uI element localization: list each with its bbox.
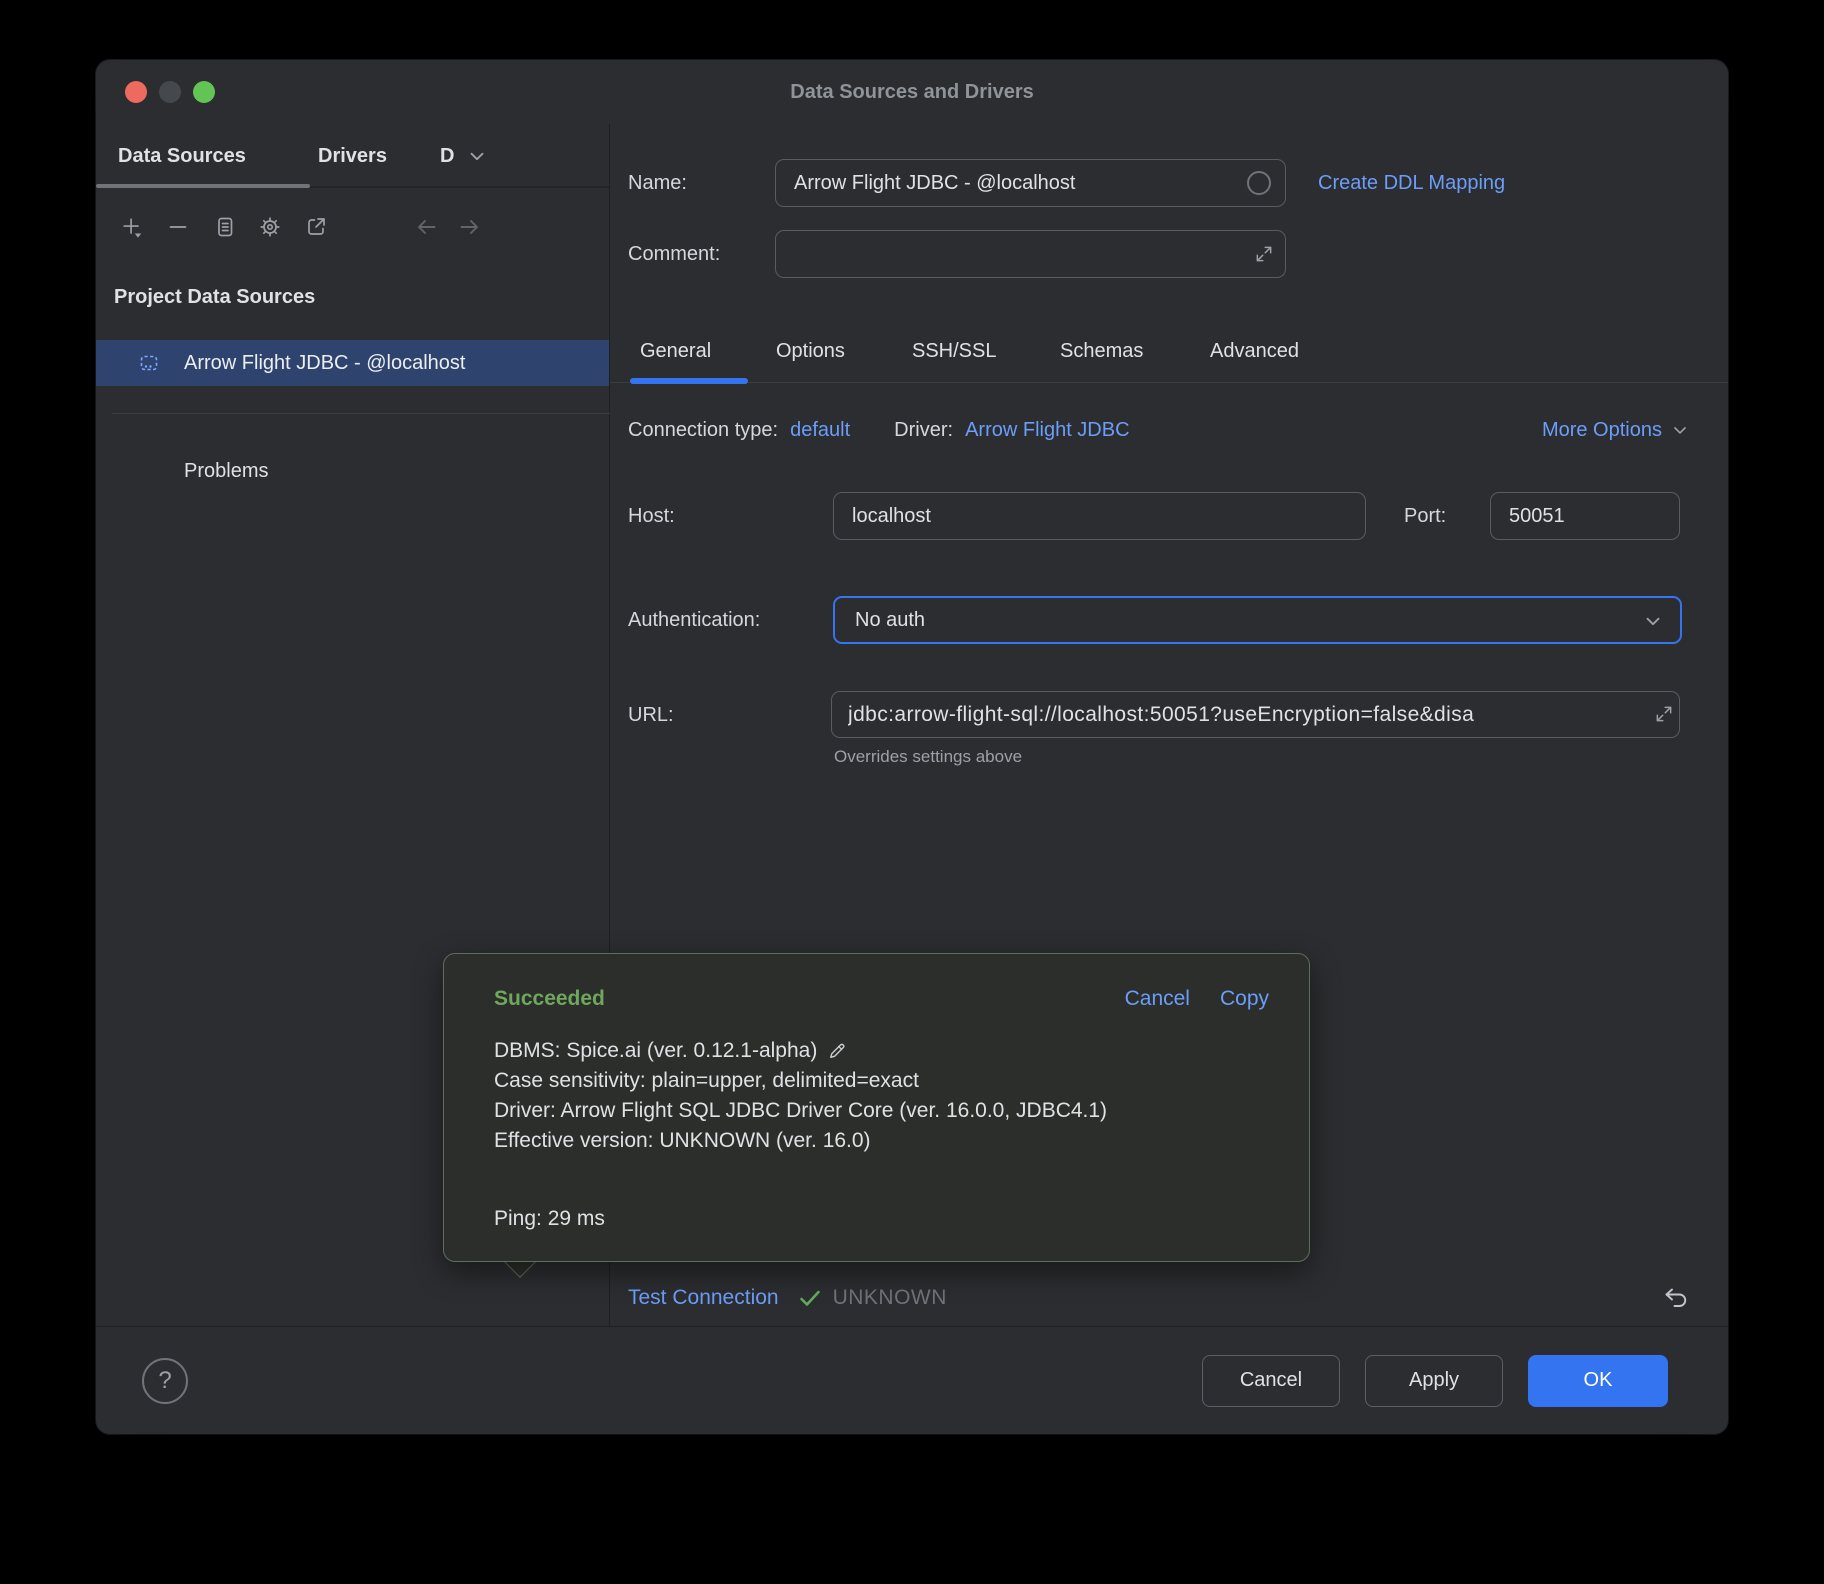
host-label: Host: [628,492,675,540]
settings-tab-bar: General Options SSH/SSL Schemas Advanced [610,328,1728,374]
popup-header: Succeeded Cancel Copy [444,954,1309,1014]
tab-options[interactable]: Options [776,328,845,374]
authentication-value: No auth [855,598,925,642]
gear-icon[interactable] [258,215,282,239]
tab-schemas[interactable]: Schemas [1060,328,1143,374]
comment-label: Comment: [628,230,720,278]
tabs-divider [610,382,1728,383]
authentication-select[interactable]: No auth [833,596,1682,644]
tab-ddl-truncated[interactable]: D [440,124,458,188]
driver-value-link[interactable]: Arrow Flight JDBC [965,419,1129,442]
titlebar: Data Sources and Drivers [96,60,1728,124]
port-input[interactable] [1490,492,1680,540]
comment-input[interactable] [775,230,1286,278]
host-row: Host: Port: [610,492,1728,540]
popup-body: DBMS: Spice.ai (ver. 0.12.1-alpha) Case … [444,1014,1309,1234]
popup-copy-link[interactable]: Copy [1220,987,1269,1011]
tab-advanced[interactable]: Advanced [1210,328,1299,374]
test-connection-row: Test Connection UNKNOWN [610,1270,1728,1326]
expand-icon[interactable] [1254,244,1274,264]
popup-cancel-link[interactable]: Cancel [1125,987,1190,1011]
active-tab-indicator [630,378,748,384]
tab-drivers[interactable]: Drivers [318,124,387,188]
tab-general[interactable]: General [640,328,711,374]
name-label: Name: [628,159,687,207]
tab-overflow-chevron-icon[interactable] [466,145,488,167]
expand-icon[interactable] [1654,704,1674,724]
datasource-icon [138,352,160,374]
connection-type-row: Connection type: default Driver: Arrow F… [610,412,1728,448]
pencil-icon[interactable] [827,1041,847,1061]
host-input[interactable] [833,492,1366,540]
help-icon[interactable]: ? [142,1358,188,1404]
status-succeeded: Succeeded [494,987,605,1011]
case-sensitivity-line: Case sensitivity: plain=upper, delimited… [494,1066,1259,1096]
url-label: URL: [628,691,674,739]
add-icon[interactable] [120,215,144,239]
authentication-row: Authentication: No auth [610,596,1728,644]
open-in-new-icon[interactable] [304,215,328,239]
name-input[interactable] [775,159,1286,207]
create-ddl-mapping-link[interactable]: Create DDL Mapping [1318,159,1505,207]
chevron-down-icon [1642,610,1664,632]
connection-result-popup: Succeeded Cancel Copy DBMS: Spice.ai (ve… [443,953,1310,1262]
url-row: URL: [610,691,1728,738]
sidebar-divider [112,413,610,414]
nav-arrows [415,215,481,239]
tab-ssh-ssl[interactable]: SSH/SSL [912,328,996,374]
dbms-line: DBMS: Spice.ai (ver. 0.12.1-alpha) [494,1036,817,1066]
sidebar-item-problems[interactable]: Problems [96,457,609,485]
url-input[interactable] [831,691,1680,738]
undo-icon[interactable] [1662,1284,1690,1312]
url-hint: Overrides settings above [834,747,1022,767]
check-icon [797,1285,823,1311]
dialog-footer: ? Cancel Apply OK [96,1326,1728,1434]
more-options-link[interactable]: More Options [1542,419,1690,442]
active-tab-underline [96,184,310,188]
test-connection-status: UNKNOWN [833,1286,947,1310]
ok-button[interactable]: OK [1528,1355,1668,1407]
effective-version-line: Effective version: UNKNOWN (ver. 16.0) [494,1126,1259,1156]
driver-label: Driver: [894,419,953,442]
sidebar-toolbar [96,188,609,258]
project-data-sources-header: Project Data Sources [114,282,609,312]
comment-row: Comment: [610,230,1728,278]
datasource-item-label: Arrow Flight JDBC - @localhost [184,352,465,375]
datasource-list-item-selected[interactable]: Arrow Flight JDBC - @localhost [96,340,609,386]
name-row: Name: Create DDL Mapping [610,159,1728,207]
ping-line: Ping: 29 ms [494,1204,1259,1234]
test-connection-link[interactable]: Test Connection [628,1286,779,1310]
port-label: Port: [1404,492,1446,540]
data-sources-dialog: Data Sources and Drivers Data Sources Dr… [96,60,1728,1434]
window-title: Data Sources and Drivers [96,60,1728,124]
duplicate-icon[interactable] [212,215,236,239]
driver-line: Driver: Arrow Flight SQL JDBC Driver Cor… [494,1096,1259,1126]
remove-icon[interactable] [166,215,190,239]
loading-circle-icon [1246,170,1272,196]
chevron-down-icon [1670,420,1690,440]
connection-type-label: Connection type: [628,419,778,442]
more-options-label: More Options [1542,419,1662,442]
tab-data-sources[interactable]: Data Sources [118,124,246,188]
apply-button[interactable]: Apply [1365,1355,1503,1407]
forward-arrow-icon[interactable] [457,215,481,239]
sidebar-tab-bar: Data Sources Drivers D [96,124,609,188]
authentication-label: Authentication: [628,596,760,644]
cancel-button[interactable]: Cancel [1202,1355,1340,1407]
connection-type-value-link[interactable]: default [790,419,850,442]
back-arrow-icon[interactable] [415,215,439,239]
